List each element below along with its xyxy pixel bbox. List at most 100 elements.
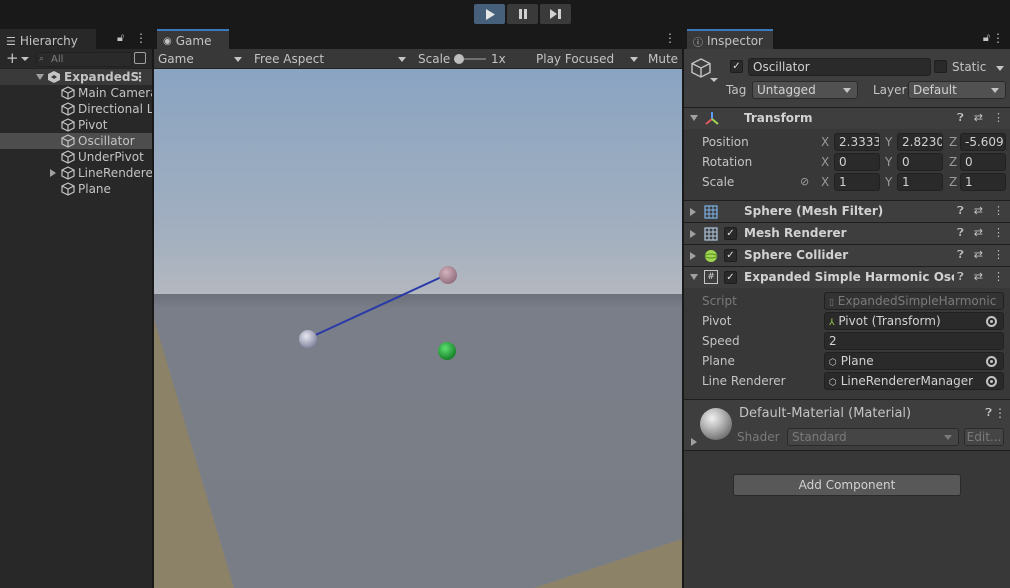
scene-menu-icon[interactable]: ⋮ xyxy=(134,69,146,85)
presets-icon[interactable]: ⇄ xyxy=(974,270,983,284)
tab-hierarchy[interactable]: ☰ Hierarchy xyxy=(0,29,96,49)
rotation-z-field[interactable]: 0 xyxy=(960,153,1006,171)
z-axis-label[interactable]: Z xyxy=(949,135,957,149)
scale-slider-thumb[interactable] xyxy=(454,54,464,64)
hierarchy-item-selected[interactable]: Oscillator xyxy=(0,133,152,149)
mesh-renderer-header[interactable]: ✓ Mesh Renderer ❓︎ ⇄ ⋮ xyxy=(684,222,1010,244)
field-value: Plane xyxy=(840,354,874,368)
plane-field[interactable]: ⬡ Plane xyxy=(824,352,1004,370)
x-axis-label[interactable]: X xyxy=(821,135,829,149)
hierarchy-item[interactable]: Directional Li xyxy=(0,101,152,117)
help-icon[interactable]: ❓︎ xyxy=(957,111,964,125)
mute-audio-toggle[interactable]: Mute A xyxy=(648,52,682,66)
enabled-checkbox[interactable]: ✓ xyxy=(724,249,737,262)
add-component-button[interactable]: Add Component xyxy=(733,474,961,496)
display-dropdown[interactable]: Game xyxy=(158,52,242,66)
active-checkbox[interactable]: ✓ xyxy=(730,60,743,73)
object-picker-icon[interactable] xyxy=(986,376,997,387)
kebab-menu-icon[interactable]: ⋮ xyxy=(664,31,676,45)
sphere-collider-header[interactable]: ✓ Sphere Collider ❓︎ ⇄ ⋮ xyxy=(684,244,1010,266)
hierarchy-item[interactable]: UnderPivot xyxy=(0,149,152,165)
context-menu-icon[interactable]: ⋮ xyxy=(994,406,1006,420)
context-menu-icon[interactable]: ⋮ xyxy=(993,248,1004,262)
lock-icon[interactable]: 🔓︎ xyxy=(117,31,124,45)
presets-icon[interactable]: ⇄ xyxy=(974,111,983,125)
y-axis-label[interactable]: Y xyxy=(885,175,892,189)
tab-game[interactable]: ◉ Game xyxy=(157,29,229,49)
hierarchy-item[interactable]: Pivot xyxy=(0,117,152,133)
context-menu-icon[interactable]: ⋮ xyxy=(993,226,1004,240)
tag-dropdown[interactable]: Untagged xyxy=(752,81,858,99)
add-icon[interactable]: + xyxy=(6,49,29,67)
object-picker-icon[interactable] xyxy=(986,356,997,367)
game-viewport[interactable] xyxy=(154,69,682,588)
shader-dropdown[interactable]: Standard xyxy=(787,428,959,446)
transform-header[interactable]: Transform ❓︎ ⇄ ⋮ xyxy=(684,107,1010,129)
edit-shader-button[interactable]: Edit... xyxy=(964,428,1004,446)
object-picker-icon[interactable] xyxy=(986,316,997,327)
hierarchy-item[interactable]: Plane xyxy=(0,181,152,197)
help-icon[interactable]: ❓︎ xyxy=(957,226,964,240)
context-menu-icon[interactable]: ⋮ xyxy=(993,270,1004,284)
inspector-panel: ⓘ Inspector 🔓︎ ⋮ ✓ Oscillator Static Tag… xyxy=(684,29,1010,588)
context-menu-icon[interactable]: ⋮ xyxy=(993,111,1004,125)
presets-icon[interactable]: ⇄ xyxy=(974,248,983,262)
help-icon[interactable]: ❓︎ xyxy=(985,406,992,420)
line-renderer-field[interactable]: ⬡ LineRendererManager xyxy=(824,372,1004,390)
kebab-menu-icon[interactable]: ⋮ xyxy=(135,31,147,45)
pivot-field[interactable]: ⅄ Pivot (Transform) xyxy=(824,312,1004,330)
fold-arrow-icon[interactable] xyxy=(50,169,56,177)
lock-icon[interactable]: 🔓︎ xyxy=(983,31,990,45)
play-mode-dropdown[interactable]: Play Focused xyxy=(536,52,640,66)
hierarchy-item[interactable]: Main Camera xyxy=(0,85,152,101)
position-z-field[interactable]: -5.609 xyxy=(960,133,1006,151)
scale-y-field[interactable]: 1 xyxy=(897,173,943,191)
pause-button[interactable] xyxy=(507,4,538,24)
static-checkbox[interactable] xyxy=(934,60,947,73)
hierarchy-item[interactable]: LineRenderer xyxy=(0,165,152,181)
position-x-field[interactable]: 2.3333 xyxy=(834,133,880,151)
scale-z-field[interactable]: 1 xyxy=(960,173,1006,191)
filter-icon[interactable] xyxy=(134,52,146,64)
search-input[interactable]: ⌕ All xyxy=(36,52,132,67)
presets-icon[interactable]: ⇄ xyxy=(974,226,983,240)
icon-dropdown-caret-icon[interactable] xyxy=(710,78,718,82)
z-axis-label[interactable]: Z xyxy=(949,155,957,169)
layer-dropdown[interactable]: Default xyxy=(908,81,1006,99)
play-button[interactable] xyxy=(474,4,505,24)
scale-slider[interactable] xyxy=(454,54,486,64)
static-dropdown-caret-icon[interactable] xyxy=(996,66,1004,71)
constrain-proportions-icon[interactable]: ⊘ xyxy=(800,175,809,188)
presets-icon[interactable]: ⇄ xyxy=(974,204,983,218)
dropdown-caret-icon xyxy=(843,88,851,93)
help-icon[interactable]: ❓︎ xyxy=(957,204,964,218)
fold-arrow-icon[interactable] xyxy=(691,438,697,446)
kebab-menu-icon[interactable]: ⋮ xyxy=(992,31,1004,45)
context-menu-icon[interactable]: ⋮ xyxy=(993,204,1004,218)
rotation-x-field[interactable]: 0 xyxy=(834,153,880,171)
aspect-dropdown[interactable]: Free Aspect xyxy=(254,52,408,66)
y-axis-label[interactable]: Y xyxy=(885,155,892,169)
step-button[interactable] xyxy=(540,4,571,24)
scale-x-field[interactable]: 1 xyxy=(834,173,880,191)
tab-inspector[interactable]: ⓘ Inspector xyxy=(687,29,773,49)
script-component-header[interactable]: # ✓ Expanded Simple Harmonic Oscilla ❓︎ ⇄… xyxy=(684,266,1010,288)
x-axis-label[interactable]: X xyxy=(821,155,829,169)
position-y-field[interactable]: 2.8230 xyxy=(897,133,943,151)
rotation-y-field[interactable]: 0 xyxy=(897,153,943,171)
field-value: 0 xyxy=(839,155,847,169)
scene-row[interactable]: ExpandedS ⋮ xyxy=(0,69,152,85)
z-axis-label[interactable]: Z xyxy=(949,175,957,189)
help-icon[interactable]: ❓︎ xyxy=(957,270,964,284)
help-icon[interactable]: ❓︎ xyxy=(957,248,964,262)
mesh-filter-header[interactable]: Sphere (Mesh Filter) ❓︎ ⇄ ⋮ xyxy=(684,200,1010,222)
enabled-checkbox[interactable]: ✓ xyxy=(724,271,737,284)
gameobject-icon: ⬡ xyxy=(829,358,837,368)
object-name-field[interactable]: Oscillator xyxy=(748,58,931,76)
speed-field[interactable]: 2 xyxy=(824,332,1004,350)
x-axis-label[interactable]: X xyxy=(821,175,829,189)
y-axis-label[interactable]: Y xyxy=(885,135,892,149)
transform-icon: ⅄ xyxy=(829,318,835,328)
gameobject-large-icon[interactable] xyxy=(690,57,712,79)
enabled-checkbox[interactable]: ✓ xyxy=(724,227,737,240)
